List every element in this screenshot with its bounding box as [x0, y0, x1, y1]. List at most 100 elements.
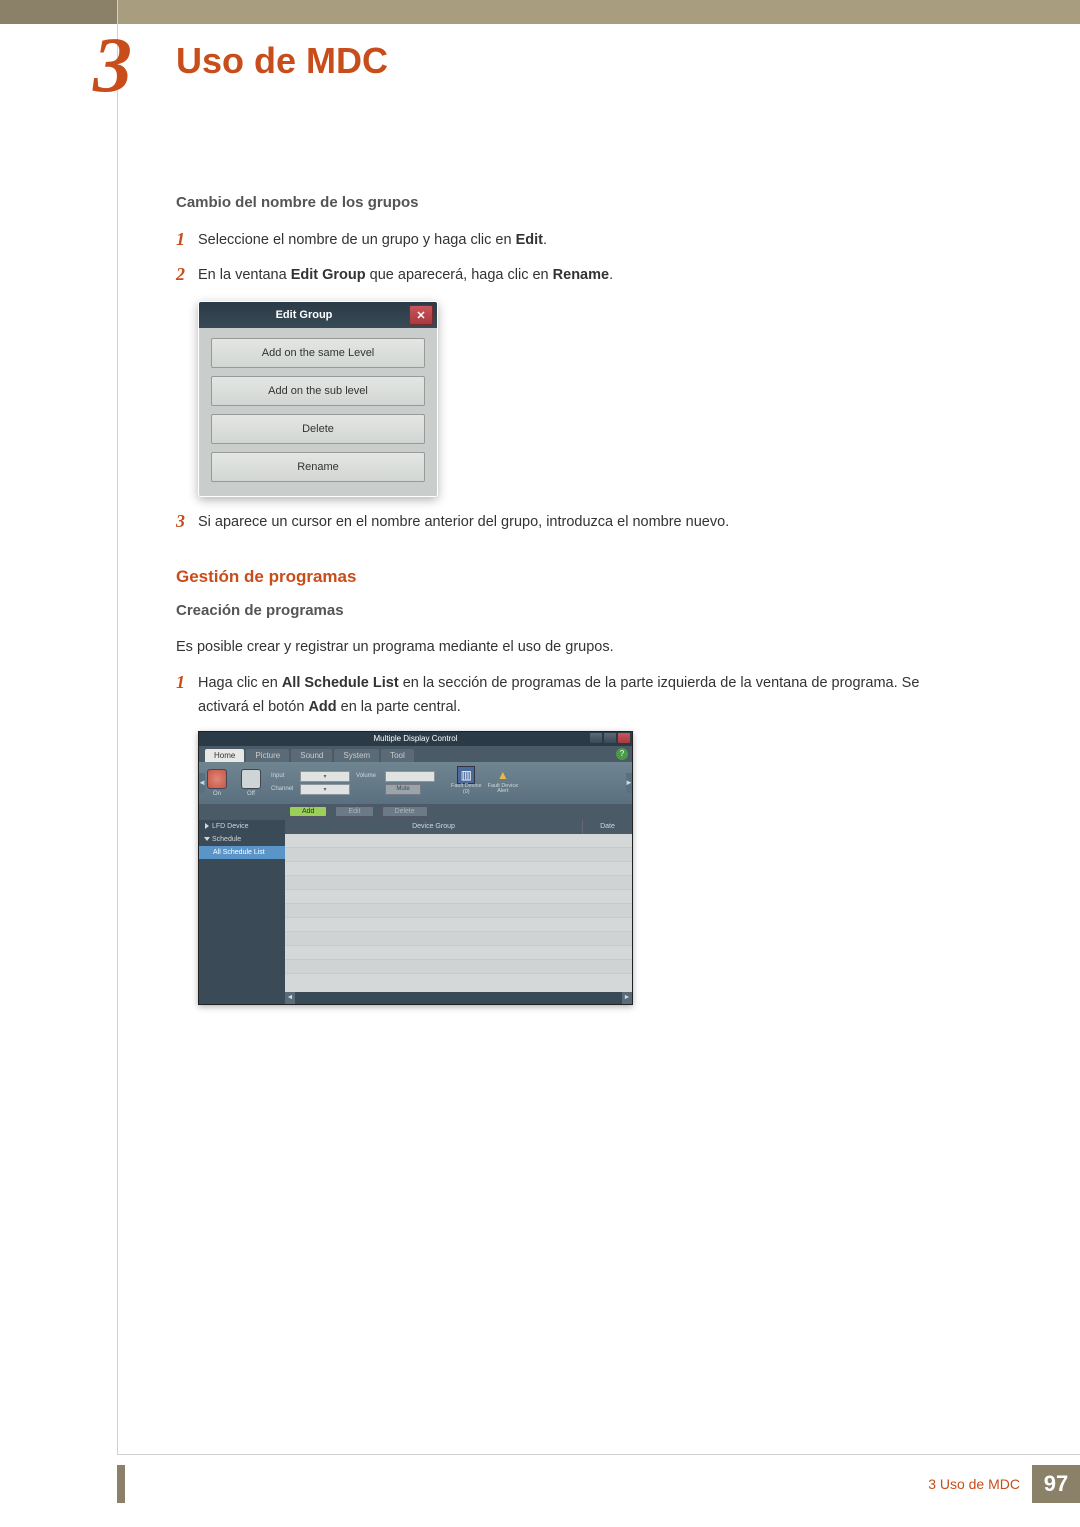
- mdc-grid: Device Group Date: [285, 820, 632, 992]
- step-1: 1 Seleccione el nombre de un grupo y hag…: [176, 229, 966, 252]
- ribbon-off[interactable]: Off: [237, 766, 265, 800]
- volume-label: Volume: [356, 773, 382, 779]
- close-icon[interactable]: [618, 733, 630, 743]
- text: en la parte central.: [337, 699, 461, 715]
- channel-select[interactable]: ▾: [300, 784, 350, 795]
- tab-sound[interactable]: Sound: [291, 749, 332, 762]
- table-row: [285, 848, 632, 862]
- volume-field: Volume: [356, 771, 435, 782]
- fault-device-alert[interactable]: ▲ Fault Device Alert: [488, 766, 519, 800]
- tab-picture[interactable]: Picture: [246, 749, 289, 762]
- step-text: Si aparece un cursor en el nombre anteri…: [198, 511, 729, 534]
- channel-field: Channel ▾: [271, 784, 350, 795]
- page-number: 97: [1032, 1465, 1080, 1503]
- monitor-icon: ▥: [457, 766, 475, 784]
- mdc-ribbon: ◄ On Off Input ▾ Channel ▾: [199, 762, 632, 804]
- grid-header: Device Group Date: [285, 820, 632, 834]
- mdc-sidebar: LFD Device Schedule All Schedule List: [199, 820, 285, 992]
- fault-sublabel: Alert: [497, 789, 508, 795]
- footer-label: 3 Uso de MDC: [928, 1476, 1020, 1492]
- text: .: [543, 232, 547, 248]
- tab-system[interactable]: System: [334, 749, 379, 762]
- tri-down-icon: [204, 837, 210, 841]
- footer-rule: [118, 1454, 1080, 1455]
- maximize-icon[interactable]: [604, 733, 616, 743]
- step-number: 1: [176, 672, 198, 718]
- add-same-level-button[interactable]: Add on the same Level: [211, 338, 425, 368]
- fault-device-log[interactable]: ▥ Fault Device (0): [451, 766, 482, 800]
- mdc-titlebar: Multiple Display Control: [199, 732, 632, 746]
- tab-home[interactable]: Home: [205, 749, 244, 762]
- table-row: [285, 946, 632, 960]
- table-row: [285, 876, 632, 890]
- step-number: 2: [176, 264, 198, 287]
- ribbon-label: Off: [247, 791, 255, 797]
- chapter-badge: 3: [93, 26, 167, 104]
- top-bar-inner: [117, 0, 1080, 24]
- col-device-group: Device Group: [285, 820, 582, 834]
- alert-icon: ▲: [494, 766, 512, 784]
- chapter-title: Uso de MDC: [176, 40, 388, 82]
- scroll-right-icon[interactable]: ►: [622, 992, 632, 1004]
- mdc-main: LFD Device Schedule All Schedule List De…: [199, 820, 632, 992]
- text: que aparecerá, haga clic en: [366, 267, 553, 283]
- table-row: [285, 932, 632, 946]
- power-off-icon: [241, 769, 261, 789]
- subsection-heading: Creación de programas: [176, 602, 966, 619]
- close-icon[interactable]: ✕: [409, 305, 433, 325]
- mdc-toolbar: Add Edit Delete: [199, 804, 632, 820]
- scroll-left-icon[interactable]: ◄: [285, 992, 295, 1004]
- section-heading: Cambio del nombre de los grupos: [176, 194, 966, 211]
- dialog-titlebar: Edit Group ✕: [199, 302, 437, 328]
- sidebar-item-lfd[interactable]: LFD Device: [199, 820, 285, 833]
- dialog-title: Edit Group: [199, 309, 409, 321]
- help-icon[interactable]: ?: [616, 748, 628, 760]
- bold: Rename: [553, 267, 609, 283]
- bold: Edit Group: [291, 267, 366, 283]
- ribbon-scroll-left-icon[interactable]: ◄: [199, 773, 205, 793]
- footer-vertical-mark: [117, 1465, 125, 1503]
- col-date: Date: [582, 820, 632, 834]
- table-row: [285, 862, 632, 876]
- add-button[interactable]: Add: [289, 806, 327, 817]
- step-text: Seleccione el nombre de un grupo y haga …: [198, 229, 547, 252]
- scroll-track[interactable]: [295, 992, 622, 1004]
- bold: Add: [308, 699, 336, 715]
- grid-rows: [285, 834, 632, 992]
- content: Cambio del nombre de los grupos 1 Selecc…: [176, 194, 966, 1005]
- mdc-scrollbar[interactable]: ◄ ►: [199, 992, 632, 1004]
- sidebar-label: LFD Device: [212, 823, 249, 830]
- mdc-title: Multiple Display Control: [199, 732, 632, 746]
- table-row: [285, 904, 632, 918]
- tab-tool[interactable]: Tool: [381, 749, 414, 762]
- scroll-spacer: [199, 992, 285, 1004]
- text: En la ventana: [198, 267, 291, 283]
- dialog-body: Add on the same Level Add on the sub lev…: [199, 328, 437, 496]
- add-sub-level-button[interactable]: Add on the sub level: [211, 376, 425, 406]
- volume-input[interactable]: [385, 771, 435, 782]
- delete-button[interactable]: Delete: [211, 414, 425, 444]
- ribbon-on[interactable]: On: [203, 766, 231, 800]
- text: Haga clic en: [198, 675, 282, 691]
- mdc-tabs: Home Picture Sound System Tool ?: [199, 746, 632, 762]
- bold: All Schedule List: [282, 675, 399, 691]
- footer: 3 Uso de MDC 97: [928, 1465, 1080, 1503]
- input-select[interactable]: ▾: [300, 771, 350, 782]
- vertical-rule: [117, 0, 118, 1455]
- text: Seleccione el nombre de un grupo y haga …: [198, 232, 516, 248]
- delete-button[interactable]: Delete: [382, 806, 428, 817]
- mute-button[interactable]: Mute: [385, 784, 421, 795]
- edit-button[interactable]: Edit: [335, 806, 373, 817]
- sidebar-item-schedule[interactable]: Schedule: [199, 833, 285, 846]
- sidebar-all-schedule-list[interactable]: All Schedule List: [199, 846, 285, 859]
- table-row: [285, 960, 632, 974]
- mdc-window: Multiple Display Control Home Picture So…: [198, 731, 633, 1005]
- minimize-icon[interactable]: [590, 733, 602, 743]
- ribbon-input-col: Input ▾ Channel ▾: [271, 766, 350, 800]
- table-row: [285, 834, 632, 848]
- rename-button[interactable]: Rename: [211, 452, 425, 482]
- ribbon-scroll-right-icon[interactable]: ►: [626, 773, 632, 793]
- sidebar-label: Schedule: [212, 836, 241, 843]
- bold: Edit: [516, 232, 543, 248]
- step-number: 1: [176, 229, 198, 252]
